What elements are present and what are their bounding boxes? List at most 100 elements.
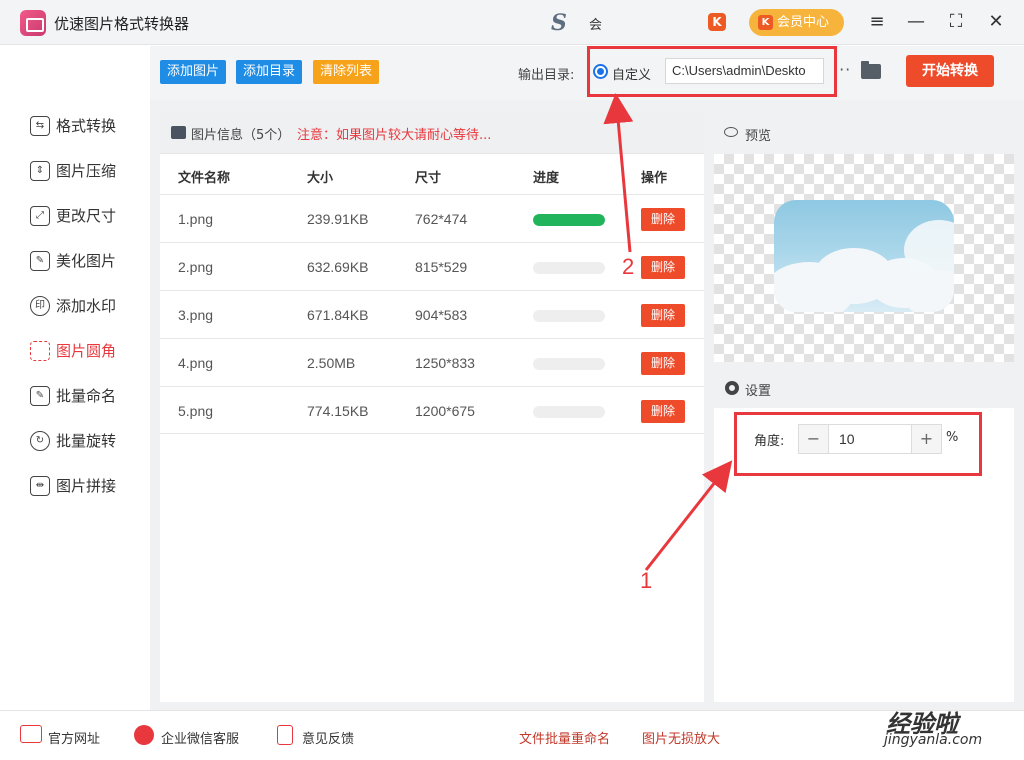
column-header-size: 大小 bbox=[307, 171, 334, 186]
file-name: 2.png bbox=[178, 259, 214, 275]
app-logo-icon bbox=[20, 10, 46, 36]
annotation-number-2: 2 bbox=[622, 254, 635, 279]
vip-center-label: 会员中心 bbox=[777, 15, 830, 30]
sidebar-item-watermark[interactable]: 印 添加水印 bbox=[30, 294, 145, 318]
folder-icon[interactable] bbox=[861, 61, 881, 79]
sidebar-item-label: 图片压缩 bbox=[56, 162, 117, 180]
sidebar-item-label: 更改尺寸 bbox=[56, 207, 117, 225]
footer: 官方网址 企业微信客服 意见反馈 文件批量重命名 图片无损放大 bbox=[0, 710, 1024, 760]
file-size: 2.50MB bbox=[307, 355, 356, 371]
table-row[interactable]: 1.png 239.91KB 762*474 删除 bbox=[160, 194, 704, 242]
file-name: 3.png bbox=[178, 307, 214, 323]
progress-bar bbox=[533, 358, 605, 370]
lossless-upscale-link[interactable]: 图片无损放大 bbox=[642, 728, 720, 747]
website-link[interactable]: 官方网址 bbox=[48, 728, 100, 747]
add-images-button[interactable]: 添加图片 bbox=[160, 60, 227, 84]
close-icon[interactable]: ✕ bbox=[985, 11, 1007, 33]
file-size: 774.15KB bbox=[307, 403, 369, 419]
sidebar-item-rename[interactable]: ✎ 批量命名 bbox=[30, 384, 145, 408]
table-row[interactable]: 3.png 671.84KB 904*583 删除 bbox=[160, 290, 704, 338]
wechat-support-link[interactable]: 企业微信客服 bbox=[161, 728, 239, 747]
sidebar-item-label: 图片拼接 bbox=[56, 477, 117, 495]
feedback-link[interactable]: 意见反馈 bbox=[302, 728, 354, 747]
sidebar-item-beautify[interactable]: ✎ 美化图片 bbox=[30, 249, 145, 273]
sidebar-item-label: 批量命名 bbox=[56, 387, 117, 405]
file-size: 239.91KB bbox=[307, 211, 369, 227]
file-dims: 762*474 bbox=[415, 211, 468, 227]
annotation-number-1: 1 bbox=[640, 568, 653, 593]
preview-title: 预览 bbox=[745, 129, 772, 144]
sidebar-item-format-convert[interactable]: ⇆ 格式转换 bbox=[30, 114, 145, 138]
resize-icon: ⤢ bbox=[30, 206, 50, 226]
user-name[interactable]: 会 bbox=[589, 14, 602, 33]
preview-image bbox=[774, 200, 954, 312]
eye-icon bbox=[724, 127, 738, 137]
column-header-progress: 进度 bbox=[533, 171, 560, 186]
clear-list-button[interactable]: 清除列表 bbox=[313, 60, 380, 84]
progress-bar bbox=[533, 262, 605, 274]
sidebar-item-label: 美化图片 bbox=[56, 252, 117, 270]
compress-icon: ⇕ bbox=[30, 161, 50, 181]
annotation-box-angle bbox=[734, 412, 982, 476]
feedback-icon bbox=[277, 725, 293, 745]
add-folder-button[interactable]: 添加目录 bbox=[236, 60, 303, 84]
settings-header: 设置 bbox=[714, 370, 1014, 408]
sidebar-item-stitch[interactable]: ⇹ 图片拼接 bbox=[30, 474, 145, 498]
file-info-bar: 图片信息（5个） 注意：如果图片较大请耐心等待... bbox=[160, 112, 704, 154]
user-avatar[interactable]: S bbox=[551, 12, 579, 34]
minimize-icon[interactable]: — bbox=[905, 11, 927, 33]
progress-bar bbox=[533, 406, 605, 418]
watermark-icon: 印 bbox=[30, 296, 50, 316]
stitch-icon: ⇹ bbox=[30, 476, 50, 496]
file-dims: 815*529 bbox=[415, 259, 468, 275]
rename-icon: ✎ bbox=[30, 386, 50, 406]
start-convert-button[interactable]: 开始转换 bbox=[906, 55, 994, 87]
file-list-panel: 图片信息（5个） 注意：如果图片较大请耐心等待... 文件名称 大小 尺寸 进度… bbox=[160, 112, 704, 702]
output-dir-label: 输出目录: bbox=[518, 68, 575, 83]
menu-icon[interactable]: ≡ bbox=[866, 11, 888, 33]
sidebar-item-rotate[interactable]: ↻ 批量旋转 bbox=[30, 429, 145, 453]
app-title: 优速图片格式转换器 bbox=[54, 15, 190, 33]
site-watermark-url: jingyanla.com bbox=[884, 732, 983, 748]
maximize-icon[interactable]: ⛶ bbox=[945, 11, 967, 33]
warning-text: 注意：如果图片较大请耐心等待... bbox=[297, 128, 492, 143]
delete-button[interactable]: 删除 bbox=[641, 352, 685, 375]
column-header-action: 操作 bbox=[641, 171, 668, 186]
sidebar: ⇆ 格式转换 ⇕ 图片压缩 ⤢ 更改尺寸 ✎ 美化图片 印 添加水印 图片圆角 … bbox=[0, 46, 150, 710]
sidebar-item-rounded-corner[interactable]: 图片圆角 bbox=[30, 339, 145, 363]
delete-button[interactable]: 删除 bbox=[641, 400, 685, 423]
image-icon bbox=[171, 126, 186, 139]
batch-rename-link[interactable]: 文件批量重命名 bbox=[519, 728, 610, 747]
file-name: 1.png bbox=[178, 211, 214, 227]
rotate-icon: ↻ bbox=[30, 431, 50, 451]
progress-bar bbox=[533, 214, 605, 226]
table-row[interactable]: 5.png 774.15KB 1200*675 删除 bbox=[160, 386, 704, 434]
sidebar-item-compress[interactable]: ⇕ 图片压缩 bbox=[30, 159, 145, 183]
file-count-label: 图片信息（5个） bbox=[191, 128, 291, 143]
sidebar-item-label: 格式转换 bbox=[56, 117, 117, 135]
sidebar-item-label: 批量旋转 bbox=[56, 432, 117, 450]
file-dims: 1200*675 bbox=[415, 403, 475, 419]
vip-k-icon: K bbox=[758, 15, 773, 30]
column-header-dims: 尺寸 bbox=[415, 171, 442, 186]
brand-k-icon[interactable]: K bbox=[708, 13, 726, 31]
file-size: 671.84KB bbox=[307, 307, 369, 323]
file-dims: 1250*833 bbox=[415, 355, 475, 371]
website-icon bbox=[20, 725, 42, 743]
gear-icon bbox=[725, 381, 739, 395]
file-name: 5.png bbox=[178, 403, 214, 419]
file-size: 632.69KB bbox=[307, 259, 369, 275]
sidebar-item-resize[interactable]: ⤢ 更改尺寸 bbox=[30, 204, 145, 228]
file-name: 4.png bbox=[178, 355, 214, 371]
title-bar: 优速图片格式转换器 S 会 K K 会员中心 ≡ — ⛶ ✕ bbox=[0, 0, 1024, 45]
table-row[interactable]: 4.png 2.50MB 1250*833 删除 bbox=[160, 338, 704, 386]
format-convert-icon: ⇆ bbox=[30, 116, 50, 136]
annotation-box-output bbox=[587, 46, 837, 97]
delete-button[interactable]: 删除 bbox=[641, 208, 685, 231]
progress-bar bbox=[533, 310, 605, 322]
beautify-icon: ✎ bbox=[30, 251, 50, 271]
vip-center-button[interactable]: K 会员中心 bbox=[749, 9, 844, 36]
wechat-icon bbox=[134, 725, 154, 745]
delete-button[interactable]: 删除 bbox=[641, 256, 685, 279]
delete-button[interactable]: 删除 bbox=[641, 304, 685, 327]
